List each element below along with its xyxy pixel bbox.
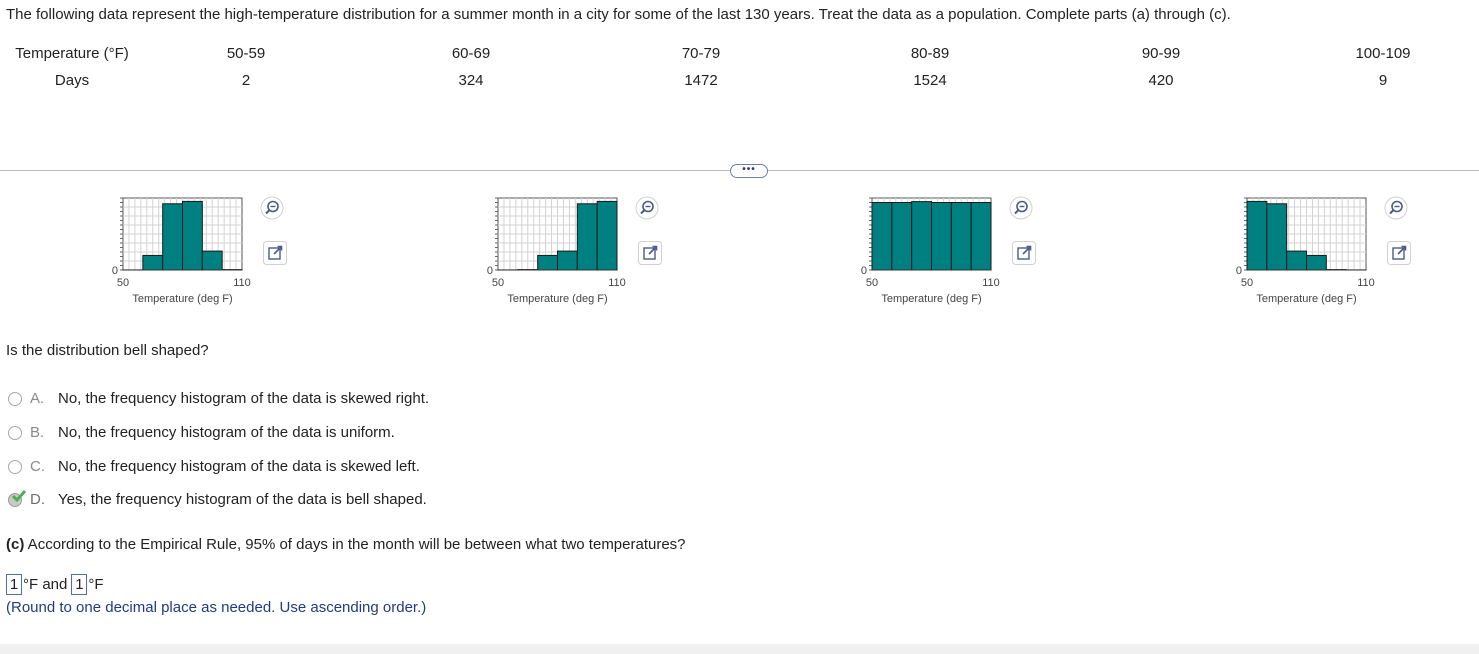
y-tick-label: 0 (112, 265, 118, 277)
expand-icon[interactable] (637, 240, 663, 266)
histogram-bar (871, 202, 893, 271)
y-tick-label: 0 (487, 265, 493, 277)
x-axis-label: Temperature (deg F) (507, 293, 607, 305)
table-row-label-days: Days (54, 72, 90, 89)
table-days-5: 420 (1148, 72, 1174, 89)
x-tick-label: 50 (117, 277, 129, 289)
histogram-bar (576, 203, 598, 271)
radio-button-selected[interactable] (8, 489, 27, 507)
zoom-icon[interactable] (1383, 195, 1409, 221)
x-tick-label: 50 (1241, 277, 1253, 289)
x-tick-label: 110 (1357, 277, 1375, 289)
part-c-question: (c) According to the Empirical Rule, 95%… (6, 536, 686, 553)
histogram-bar (931, 202, 952, 271)
option-a[interactable]: A. No, the frequency histogram of the da… (8, 390, 429, 407)
table-days-1: 2 (241, 72, 251, 89)
histogram-bar (201, 250, 223, 271)
rounding-hint: (Round to one decimal place as needed. U… (6, 599, 427, 616)
option-b[interactable]: B. No, the frequency histogram of the da… (8, 424, 395, 441)
option-letter: C. (30, 458, 45, 475)
option-text: No, the frequency histogram of the data … (58, 390, 430, 407)
option-text: No, the frequency histogram of the data … (58, 458, 420, 475)
question-text: Is the distribution bell shaped? (6, 342, 209, 359)
answer-input-lower[interactable]: 1 (6, 574, 22, 595)
table-class-4: 80-89 (910, 45, 950, 62)
histogram-bar (950, 202, 972, 271)
x-tick-label: 50 (492, 277, 504, 289)
part-c-label: (c) (6, 536, 25, 553)
histogram-bar (557, 250, 578, 271)
part-c-text: According to the Empirical Rule, 95% of … (24, 536, 686, 553)
histogram-bar (911, 201, 933, 271)
option-letter: A. (30, 390, 45, 407)
unit-text: °F and (23, 576, 68, 593)
table-class-6: 100-109 (1355, 45, 1411, 62)
table-days-3: 1472 (684, 72, 718, 89)
x-tick-label: 110 (233, 277, 251, 289)
histogram-bar (142, 254, 164, 271)
expand-icon[interactable] (262, 240, 288, 266)
more-button[interactable]: ••• (730, 164, 768, 178)
table-class-5: 90-99 (1141, 45, 1181, 62)
histogram-c[interactable]: 050 110Temperature (deg F) (849, 188, 1019, 312)
expand-icon[interactable] (1386, 240, 1412, 266)
x-tick-label: 50 (866, 277, 878, 289)
table-class-1: 50-59 (226, 45, 266, 62)
radio-button[interactable] (8, 459, 22, 474)
option-text: No, the frequency histogram of the data … (58, 424, 395, 441)
histogram-a[interactable]: 050 110Temperature (deg F) (100, 188, 270, 312)
radio-button[interactable] (8, 425, 22, 440)
histogram-bar (182, 200, 203, 271)
zoom-icon[interactable] (634, 195, 660, 221)
histogram-bar (537, 254, 559, 271)
x-axis-label: Temperature (deg F) (1256, 293, 1356, 305)
histogram-bar (970, 202, 992, 271)
x-axis-label: Temperature (deg F) (132, 293, 232, 305)
histogram-bar (1286, 250, 1308, 271)
problem-intro: The following data represent the high-te… (6, 6, 1231, 23)
expand-icon[interactable] (1011, 240, 1037, 266)
table-days-6: 9 (1378, 72, 1388, 89)
answer-line: 1 °F and 1 °F (6, 574, 104, 595)
radio-button[interactable] (8, 391, 22, 406)
histogram-bar (891, 202, 913, 271)
histogram-d[interactable]: 050 110Temperature (deg F) (1224, 188, 1394, 312)
table-days-4: 1524 (913, 72, 947, 89)
y-tick-label: 0 (1236, 265, 1242, 277)
x-tick-label: 110 (982, 277, 1000, 289)
table-days-2: 324 (458, 72, 484, 89)
histogram-bar (596, 200, 618, 271)
zoom-icon[interactable] (259, 195, 285, 221)
option-text: Yes, the frequency histogram of the data… (58, 491, 427, 508)
option-c[interactable]: C. No, the frequency histogram of the da… (8, 458, 420, 475)
histogram-bar (1306, 254, 1327, 271)
zoom-icon[interactable] (1008, 195, 1034, 221)
x-tick-label: 110 (608, 277, 626, 289)
y-tick-label: 0 (861, 265, 867, 277)
unit-text: °F (88, 576, 104, 593)
footer-bar (0, 644, 1479, 654)
check-icon (11, 489, 27, 502)
option-letter: B. (30, 424, 45, 441)
option-letter: D. (30, 491, 45, 508)
table-class-3: 70-79 (681, 45, 721, 62)
histogram-bar (162, 203, 184, 271)
option-d[interactable]: D. Yes, the frequency histogram of the d… (8, 489, 427, 508)
histogram-bar (1246, 200, 1268, 271)
table-row-label-temperature: Temperature (°F) (15, 45, 129, 62)
histogram-bar (1266, 203, 1288, 271)
answer-input-upper[interactable]: 1 (71, 574, 88, 595)
x-axis-label: Temperature (deg F) (881, 293, 981, 305)
histogram-b[interactable]: 050 110Temperature (deg F) (475, 188, 645, 312)
table-class-2: 60-69 (451, 45, 491, 62)
